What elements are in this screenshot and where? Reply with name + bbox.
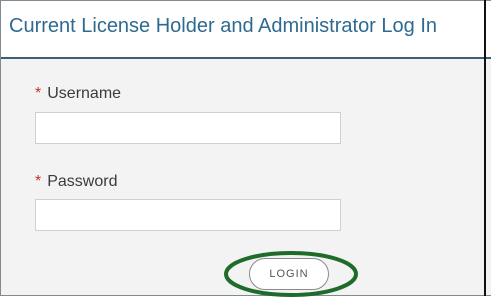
- password-label-text: Password: [47, 173, 118, 190]
- required-marker: *: [35, 85, 42, 102]
- window-edge-divider: [484, 0, 486, 296]
- password-input[interactable]: [35, 199, 341, 231]
- panel-header: Current License Holder and Administrator…: [1, 1, 491, 59]
- login-panel: Current License Holder and Administrator…: [0, 0, 491, 297]
- password-label: * Password: [35, 173, 117, 191]
- username-input[interactable]: [35, 112, 341, 144]
- page-title: Current License Holder and Administrator…: [9, 15, 438, 37]
- login-button[interactable]: LOGIN: [249, 258, 329, 290]
- username-label: * Username: [35, 85, 121, 103]
- required-marker: *: [35, 173, 42, 190]
- username-label-text: Username: [47, 85, 122, 102]
